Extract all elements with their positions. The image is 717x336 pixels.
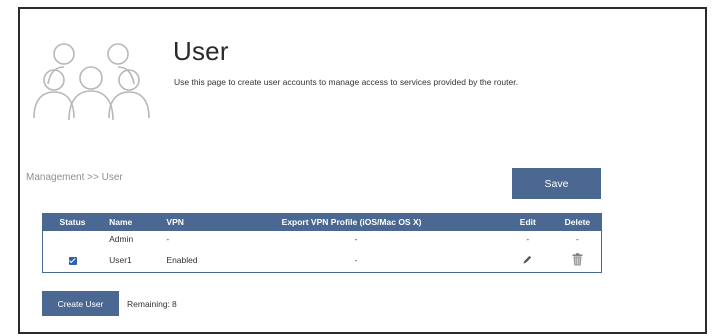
table-header-row: Status Name VPN Export VPN Profile (iOS/… xyxy=(42,213,602,231)
row-export: - xyxy=(354,234,358,244)
header-edit: Edit xyxy=(519,217,536,228)
row-export: - xyxy=(354,254,358,265)
row-status xyxy=(43,248,103,273)
users-group-icon xyxy=(33,43,150,120)
header-delete: Delete xyxy=(564,217,591,228)
table-row: Admin - - - - xyxy=(43,231,602,248)
row-name: User1 xyxy=(109,254,132,265)
create-user-button[interactable]: Create User xyxy=(42,291,119,316)
status-checkbox[interactable] xyxy=(68,256,77,265)
row-edit: - xyxy=(526,234,530,244)
remaining-count: Remaining: 8 xyxy=(125,299,177,309)
header-name: Name xyxy=(109,217,133,228)
table-row: User1 Enabled - xyxy=(43,248,602,273)
save-button[interactable]: Save xyxy=(512,168,601,199)
pencil-icon[interactable] xyxy=(522,254,533,265)
page-title: User xyxy=(173,36,229,66)
user-table: Status Name VPN Export VPN Profile (iOS/… xyxy=(42,213,602,273)
header-export-vpn-profile: Export VPN Profile (iOS/Mac OS X) xyxy=(281,217,422,228)
breadcrumb: Management >> User xyxy=(26,172,123,183)
row-name: Admin xyxy=(109,234,134,244)
row-status xyxy=(43,231,103,248)
row-delete: - xyxy=(575,234,579,244)
row-delete xyxy=(554,248,602,273)
remaining-value: 8 xyxy=(172,299,177,309)
remaining-label: Remaining: xyxy=(127,299,170,309)
row-edit xyxy=(502,248,554,273)
trash-icon[interactable] xyxy=(572,253,583,266)
header-status: Status xyxy=(59,217,86,228)
page-description: Use this page to create user accounts to… xyxy=(174,77,518,87)
row-vpn: - xyxy=(166,234,170,244)
header-vpn: VPN xyxy=(166,217,184,228)
row-vpn: Enabled xyxy=(166,254,198,265)
